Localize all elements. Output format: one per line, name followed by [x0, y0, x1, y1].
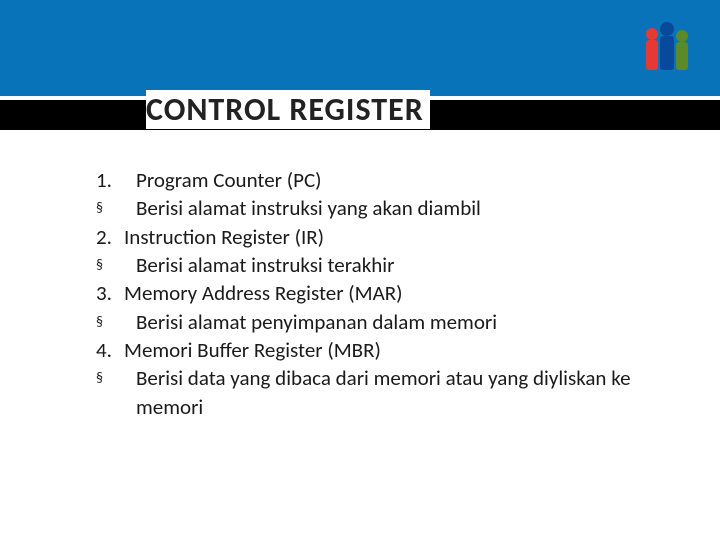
marker-number: 2.: [96, 223, 124, 251]
header-bar: [0, 0, 720, 96]
item-text: Berisi alamat instruksi yang akan diambi…: [136, 194, 670, 222]
list-item: § Berisi alamat instruksi terakhir: [96, 251, 670, 279]
list-item: 1. Program Counter (PC): [96, 166, 670, 194]
content-list: 1. Program Counter (PC) § Berisi alamat …: [96, 166, 670, 421]
list-item: 2. Instruction Register (IR): [96, 223, 670, 251]
page-title: CONTROL REGISTER: [146, 90, 430, 129]
item-text: Berisi alamat penyimpanan dalam memori: [136, 308, 670, 336]
item-text: Program Counter (PC): [136, 166, 670, 194]
list-item: 3. Memory Address Register (MAR): [96, 279, 670, 307]
logo-icon: [638, 18, 696, 76]
item-text: Memori Buffer Register (MBR): [124, 336, 670, 364]
marker-number: 3.: [96, 279, 124, 307]
marker-bullet: §: [96, 194, 136, 222]
list-item: 4. Memori Buffer Register (MBR): [96, 336, 670, 364]
item-text: Instruction Register (IR): [124, 223, 670, 251]
marker-number: 4.: [96, 336, 124, 364]
list-item: § Berisi alamat instruksi yang akan diam…: [96, 194, 670, 222]
marker-bullet: §: [96, 251, 136, 279]
marker-number: 1.: [96, 166, 136, 194]
title-wrap: CONTROL REGISTER: [0, 90, 720, 129]
item-text: Berisi alamat instruksi terakhir: [136, 251, 670, 279]
item-text: Berisi data yang dibaca dari memori atau…: [136, 364, 670, 421]
list-item: § Berisi alamat penyimpanan dalam memori: [96, 308, 670, 336]
list-item: § Berisi data yang dibaca dari memori at…: [96, 364, 670, 421]
marker-bullet: §: [96, 364, 136, 421]
item-text: Memory Address Register (MAR): [124, 279, 670, 307]
marker-bullet: §: [96, 308, 136, 336]
